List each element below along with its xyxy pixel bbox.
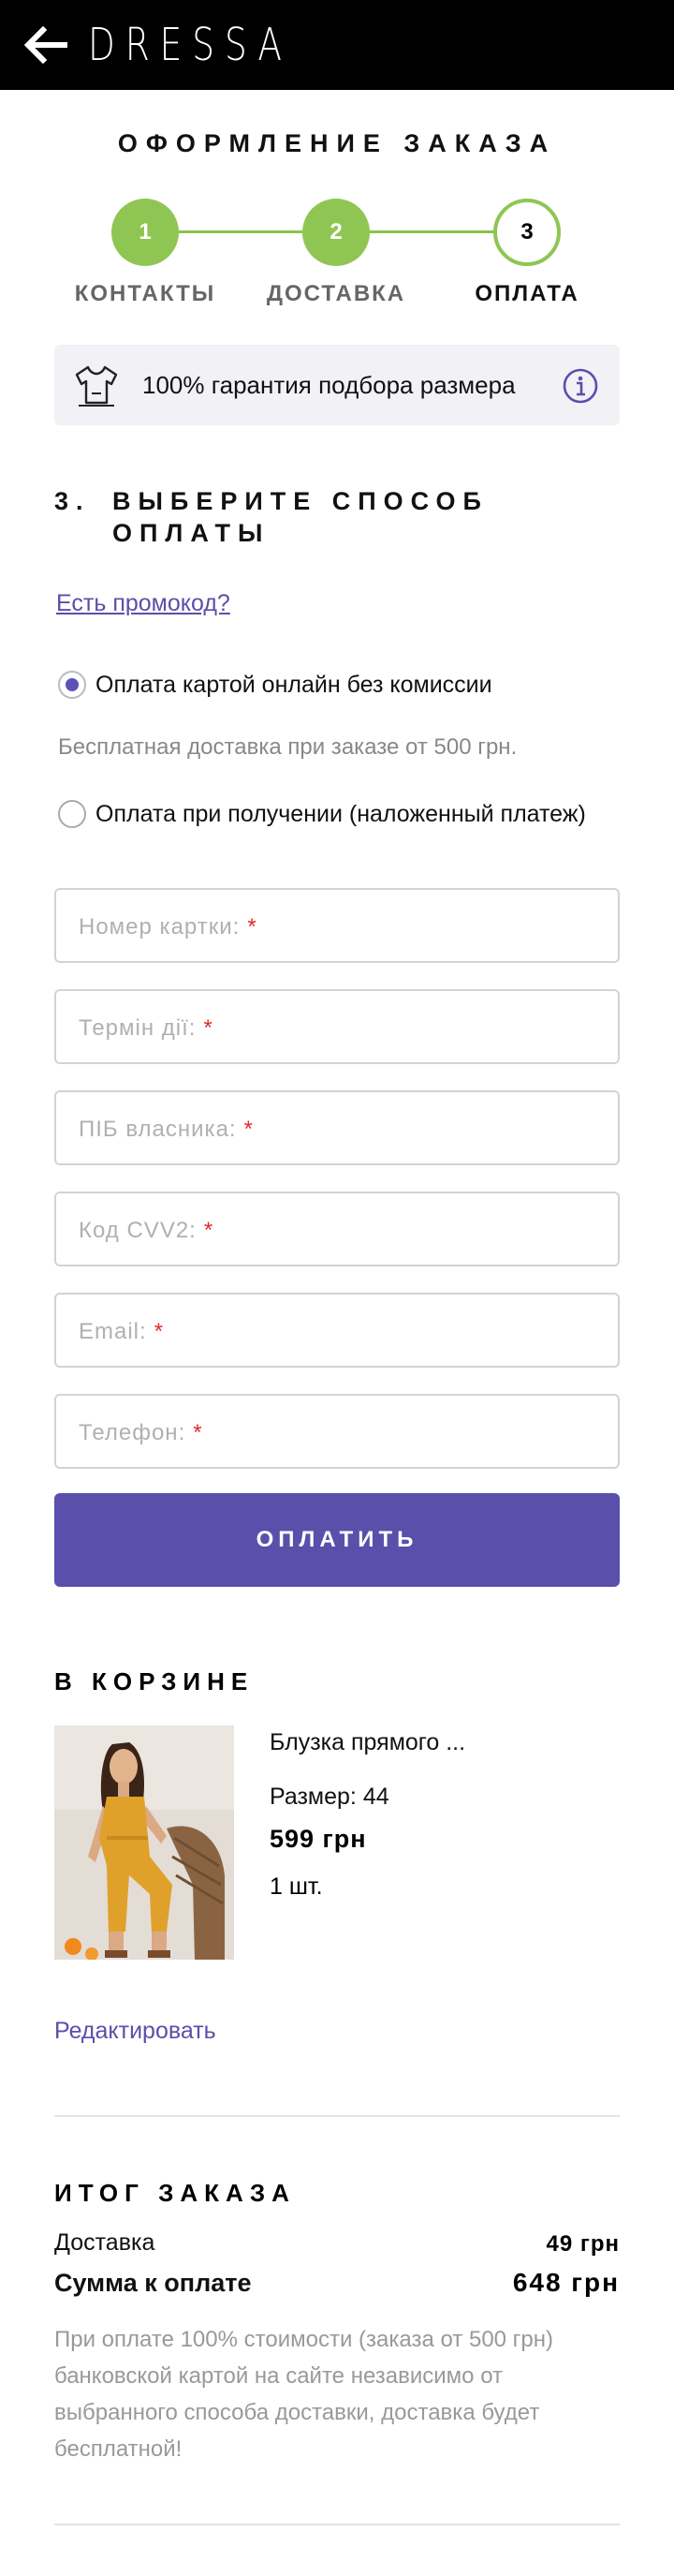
radio-unselected[interactable] (58, 800, 86, 828)
total-label: Сумма к оплате (54, 2269, 252, 2297)
field-placeholder: Номер картки: * (79, 914, 257, 940)
logo[interactable]: DRESSA (88, 17, 292, 73)
step-3-circle: 3 (493, 199, 561, 266)
phone-field[interactable]: Телефон: * (54, 1394, 620, 1469)
payment-option-cod[interactable]: Оплата при получении (наложенный платеж) (58, 800, 586, 828)
required-mark: * (203, 1218, 214, 1243)
promo-code-link[interactable]: Есть промокод? (56, 590, 230, 617)
cvv-field[interactable]: Код CVV2: * (54, 1192, 620, 1266)
step-2-label: ДОСТАВКА (266, 281, 406, 306)
page-title: ОФОРМЛЕНИЕ ЗАКАЗА (117, 129, 557, 157)
expiry-field[interactable]: Термін дії: * (54, 989, 620, 1064)
payment-option-label: Оплата картой онлайн без комиссии (95, 671, 492, 698)
product-quantity: 1 шт. (270, 1873, 323, 1900)
delivery-value: 49 грн (546, 2231, 620, 2257)
field-placeholder: Телефон: * (79, 1420, 203, 1445)
card-number-field[interactable]: Номер картки: * (54, 888, 620, 963)
app-header: DRESSA (0, 0, 674, 90)
total-value: 648 грн (512, 2268, 620, 2297)
step-1-circle[interactable]: 1 (111, 199, 179, 266)
edit-cart-link[interactable]: Редактировать (54, 2018, 216, 2045)
step-connector (178, 230, 305, 233)
field-placeholder: Термін дії: * (79, 1015, 213, 1041)
field-placeholder: ПІБ власника: * (79, 1117, 254, 1142)
product-image[interactable] (54, 1725, 234, 1960)
info-icon[interactable] (562, 367, 599, 405)
guarantee-text: 100% гарантия подбора размера (142, 371, 516, 399)
free-delivery-note: Бесплатная доставка при заказе от 500 гр… (58, 734, 518, 760)
tshirt-icon (75, 365, 118, 407)
required-mark: * (203, 1015, 213, 1041)
step-connector (369, 230, 496, 233)
required-mark: * (154, 1319, 165, 1344)
step-2-circle[interactable]: 2 (302, 199, 370, 266)
payment-option-card[interactable]: Оплата картой онлайн без комиссии (58, 671, 492, 699)
product-photo (54, 1725, 234, 1960)
product-size: Размер: 44 (270, 1784, 389, 1810)
size-guarantee-banner: 100% гарантия подбора размера (54, 345, 620, 425)
radio-selected[interactable] (58, 671, 86, 699)
step-1-label: КОНТАКТЫ (74, 281, 216, 306)
section-number: 3. (54, 487, 91, 515)
required-mark: * (243, 1117, 254, 1142)
pay-button[interactable]: ОПЛАТИТЬ (54, 1493, 620, 1587)
checkout-steps: 1 2 3 КОНТАКТЫ ДОСТАВКА ОПЛАТА (0, 199, 674, 311)
field-placeholder: Код CVV2: * (79, 1218, 214, 1243)
section-title-line1: ВЫБЕРИТЕ СПОСОБ (112, 487, 489, 515)
divider (54, 2115, 620, 2117)
field-placeholder: Email: * (79, 1319, 165, 1344)
order-summary-title: ИТОГ ЗАКАЗА (54, 2179, 296, 2207)
arrow-left-icon[interactable] (22, 26, 67, 64)
delivery-label: Доставка (54, 2229, 155, 2256)
payment-section-title: 3. ВЫБЕРИТЕ СПОСОБ ОПЛАТЫ (54, 485, 489, 549)
payment-option-label: Оплата при получении (наложенный платеж) (95, 800, 586, 827)
divider (54, 2524, 620, 2525)
product-price: 599 грн (270, 1825, 367, 1853)
step-3-label: ОПЛАТА (475, 281, 579, 306)
payment-disclaimer: При оплате 100% стоимости (заказа от 500… (54, 2327, 554, 2462)
email-field[interactable]: Email: * (54, 1293, 620, 1368)
cart-title: В КОРЗИНЕ (54, 1667, 255, 1695)
required-mark: * (193, 1420, 203, 1445)
required-mark: * (247, 914, 257, 940)
section-title-line2: ОПЛАТЫ (112, 519, 271, 547)
cardholder-name-field[interactable]: ПІБ власника: * (54, 1090, 620, 1165)
product-name[interactable]: Блузка прямого ... (270, 1729, 465, 1756)
